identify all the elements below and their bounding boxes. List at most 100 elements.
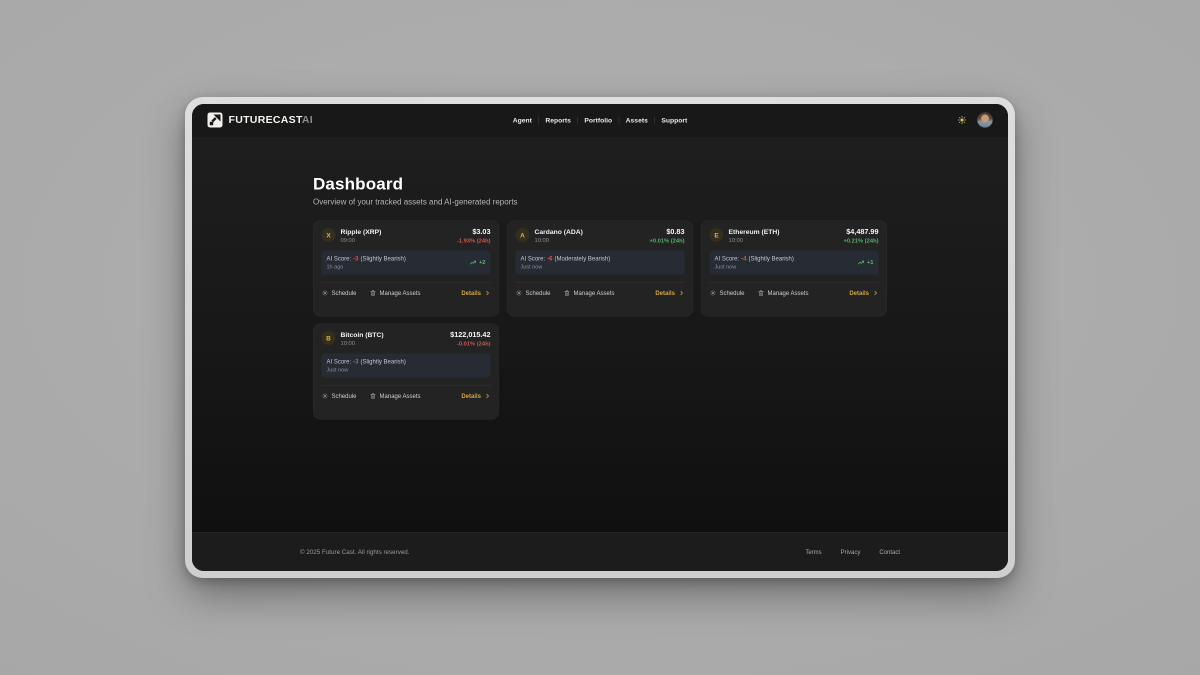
asset-card-ripple: X Ripple (XRP) 09:00 $3.03 -1.93% (24h) [313,221,499,317]
asset-change: -1.93% (24h) [457,238,491,244]
app-footer: © 2025 Future Cast. All rights reserved.… [192,532,1008,571]
asset-card-grid: X Ripple (XRP) 09:00 $3.03 -1.93% (24h) [313,221,887,420]
asset-name: Ethereum (ETH) [729,228,780,236]
asset-price: $4,487.99 [844,228,879,236]
trash-icon [758,290,765,297]
asset-change: +0.21% (24h) [844,238,879,244]
asset-time: 09:00 [341,238,382,244]
trash-icon [564,290,571,297]
card-divider [516,283,685,284]
footer-link-terms[interactable]: Terms [805,548,821,555]
schedule-button[interactable]: Schedule [516,290,551,297]
ai-score-label: AI Score: [521,255,546,262]
score-trend: +1 [857,259,873,266]
app-header: FUTURECASTAI Agent Reports Portfolio Ass… [192,104,1008,137]
ai-sentiment: (Slightly Bearish) [361,255,406,262]
ai-score-value: -3 [353,358,358,365]
asset-name: Cardano (ADA) [535,228,583,236]
chevron-right-icon [485,393,491,399]
asset-price: $122,015.42 [450,331,490,339]
asset-name: Ripple (XRP) [341,228,382,236]
page-subtitle: Overview of your tracked assets and AI-g… [313,198,887,207]
nav-item-agent[interactable]: Agent [506,116,538,124]
chevron-right-icon [873,290,879,296]
ai-score-label: AI Score: [715,255,740,262]
card-divider [710,283,879,284]
manage-assets-button[interactable]: Manage Assets [564,290,615,297]
asset-symbol-badge: E [710,228,724,242]
ai-score-value: -3 [353,255,358,262]
ai-score-label: AI Score: [327,255,352,262]
manage-assets-button[interactable]: Manage Assets [758,290,809,297]
asset-symbol-badge: X [322,228,336,242]
trash-icon [370,290,377,297]
brand-home-link[interactable]: FUTURECASTAI [207,112,313,128]
ai-sentiment: (Moderately Bearish) [555,255,611,262]
asset-time: 10:00 [535,238,583,244]
gear-icon [322,393,329,400]
asset-symbol-badge: A [516,228,530,242]
ai-updated: Just now [521,264,611,270]
gear-icon [710,290,717,297]
manage-assets-button[interactable]: Manage Assets [370,393,421,400]
trash-icon [370,393,377,400]
asset-time: 10:00 [729,238,780,244]
nav-item-support[interactable]: Support [655,116,694,124]
device-frame: FUTURECASTAI Agent Reports Portfolio Ass… [185,97,1015,578]
ai-score-panel: AI Score:-3(Slightly Bearish) 1h ago +2 [322,251,491,275]
gear-icon [322,290,329,297]
sun-icon[interactable] [958,116,967,125]
ai-updated: Just now [327,367,406,373]
ai-updated: 1h ago [327,264,406,270]
ai-score-label: AI Score: [327,358,352,365]
footer-links: Terms Privacy Contact [805,548,900,555]
card-divider [322,283,491,284]
chevron-right-icon [485,290,491,296]
trending-up-icon [857,259,864,266]
nav-item-portfolio[interactable]: Portfolio [578,116,619,124]
asset-symbol-badge: B [322,331,336,345]
brand-name: FUTURECASTAI [229,114,313,126]
nav-item-assets[interactable]: Assets [619,116,654,124]
footer-link-privacy[interactable]: Privacy [841,548,861,555]
asset-name: Bitcoin (BTC) [341,331,384,339]
asset-change: +0.01% (24h) [650,238,685,244]
details-button[interactable]: Details [461,393,490,400]
details-button[interactable]: Details [655,290,684,297]
asset-card-ethereum: E Ethereum (ETH) 10:00 $4,487.99 +0.21% … [701,221,887,317]
user-avatar[interactable] [977,112,993,128]
schedule-button[interactable]: Schedule [322,393,357,400]
ai-score-panel: AI Score:-3(Slightly Bearish) Just now [322,354,491,378]
brand-accent: AI [302,114,313,126]
ai-sentiment: (Slightly Bearish) [749,255,794,262]
ai-score-value: -6 [547,255,552,262]
app-window: FUTURECASTAI Agent Reports Portfolio Ass… [192,104,1008,571]
footer-link-contact[interactable]: Contact [879,548,900,555]
trending-up-icon [469,259,476,266]
asset-card-cardano: A Cardano (ADA) 10:00 $0.83 +0.01% (24h) [507,221,693,317]
schedule-button[interactable]: Schedule [710,290,745,297]
asset-price: $3.03 [457,228,491,236]
main-content: Dashboard Overview of your tracked asset… [192,137,1008,533]
manage-assets-button[interactable]: Manage Assets [370,290,421,297]
schedule-button[interactable]: Schedule [322,290,357,297]
nav-item-reports[interactable]: Reports [539,116,578,124]
asset-price: $0.83 [650,228,685,236]
ai-score-panel: AI Score:-4(Slightly Bearish) Just now +… [710,251,879,275]
details-button[interactable]: Details [849,290,878,297]
details-button[interactable]: Details [461,290,490,297]
asset-change: -0.01% (24h) [450,341,490,347]
desktop-background: FUTURECASTAI Agent Reports Portfolio Ass… [0,0,1200,675]
asset-card-bitcoin: B Bitcoin (BTC) 10:00 $122,015.42 -0.01%… [313,324,499,420]
ai-sentiment: (Slightly Bearish) [361,358,406,365]
card-divider [322,386,491,387]
score-trend: +2 [469,259,485,266]
ai-updated: Just now [715,264,794,270]
ai-score-panel: AI Score:-6(Moderately Bearish) Just now [516,251,685,275]
gear-icon [516,290,523,297]
page-title: Dashboard [313,175,887,195]
main-nav: Agent Reports Portfolio Assets Support [506,104,693,136]
asset-time: 10:00 [341,341,384,347]
copyright-text: © 2025 Future Cast. All rights reserved. [300,548,410,555]
ai-score-value: -4 [741,255,746,262]
